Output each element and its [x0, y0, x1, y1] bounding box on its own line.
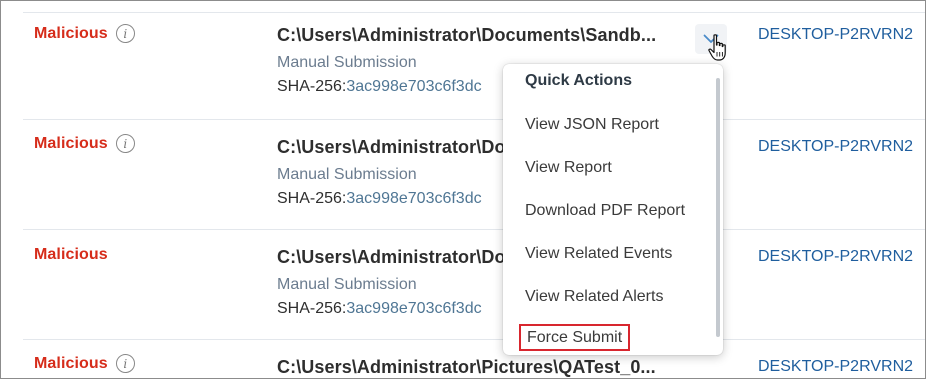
verdict-label: Malicious	[34, 354, 108, 372]
menu-item-view-json-report[interactable]: View JSON Report	[525, 116, 659, 134]
info-icon[interactable]: i	[115, 24, 135, 43]
table-row[interactable]: Malicious i C:\Users\Administrator\Docum…	[23, 12, 925, 120]
menu-scrollbar[interactable]	[716, 78, 720, 337]
info-icon[interactable]: i	[115, 134, 135, 153]
info-icon[interactable]: i	[115, 354, 135, 373]
file-details: C:\Users\Administrator\Pictures\QATest_0…	[277, 357, 697, 378]
verdict-label: Malicious	[34, 246, 108, 263]
table-row[interactable]: Malicious i C:\Users\Administrator\Pictu…	[23, 340, 925, 378]
verdict-cell: Malicious	[34, 246, 108, 264]
table-row[interactable]: Malicious i C:\Users\Administrator\Docum…	[23, 120, 925, 230]
menu-item-download-pdf-report[interactable]: Download PDF Report	[525, 202, 685, 220]
menu-header: Quick Actions	[525, 72, 632, 89]
verdict-cell: Malicious i	[34, 24, 135, 43]
hash-value[interactable]: 3ac998e703c6f3dc	[346, 78, 481, 95]
quick-actions-menu: Quick Actions View JSON Report View Repo…	[503, 64, 723, 355]
verdict-label: Malicious	[34, 24, 108, 42]
hash-value[interactable]: 3ac998e703c6f3dc	[346, 190, 481, 207]
host-link[interactable]: DESKTOP-P2RVRN2	[758, 248, 913, 266]
host-link[interactable]: DESKTOP-P2RVRN2	[758, 358, 913, 376]
menu-item-view-related-events[interactable]: View Related Events	[525, 245, 672, 263]
hand-pointer-cursor-icon	[708, 34, 726, 61]
verdict-cell: Malicious i	[34, 134, 135, 153]
host-link[interactable]: DESKTOP-P2RVRN2	[758, 26, 913, 44]
verdict-cell: Malicious i	[34, 354, 135, 373]
verdict-label: Malicious	[34, 134, 108, 152]
hash-value[interactable]: 3ac998e703c6f3dc	[346, 300, 481, 317]
menu-item-view-report[interactable]: View Report	[525, 159, 612, 177]
hash-label: SHA-256:	[277, 78, 347, 95]
threat-list-panel: Malicious i C:\Users\Administrator\Docum…	[0, 0, 926, 379]
hash-label: SHA-256:	[277, 190, 347, 207]
host-link[interactable]: DESKTOP-P2RVRN2	[758, 138, 913, 156]
table-row[interactable]: Malicious C:\Users\Administrator\Documen…	[23, 230, 925, 340]
hash-label: SHA-256:	[277, 300, 347, 317]
file-path: C:\Users\Administrator\Documents\Sandb..…	[277, 25, 657, 45]
file-path: C:\Users\Administrator\Pictures\QATest_0…	[277, 357, 656, 377]
menu-item-view-related-alerts[interactable]: View Related Alerts	[525, 288, 663, 306]
menu-item-force-submit[interactable]: Force Submit	[519, 324, 631, 351]
